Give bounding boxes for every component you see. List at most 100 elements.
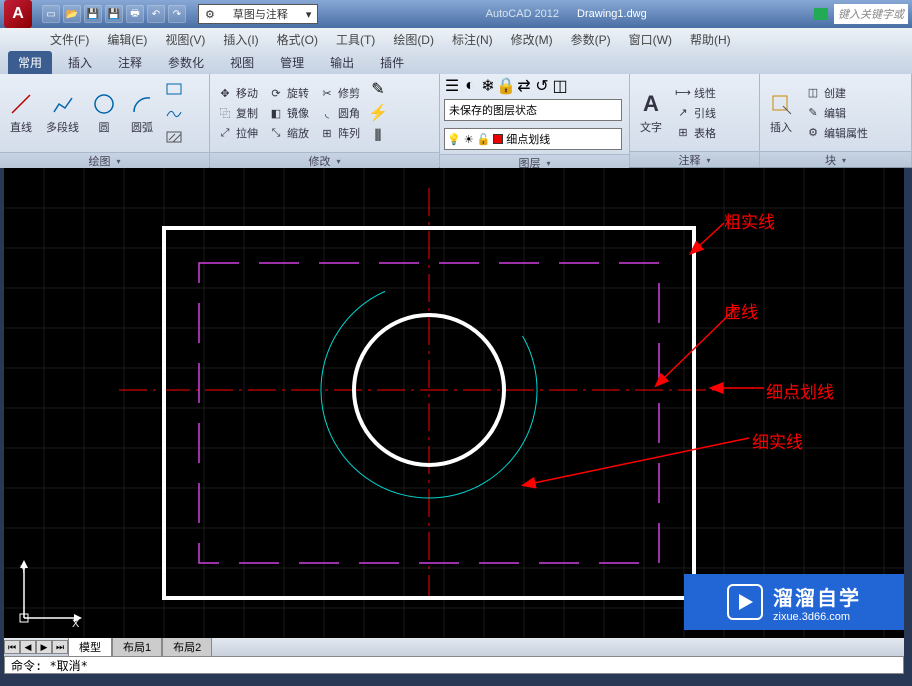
fillet-button[interactable]: ◟圆角 xyxy=(316,104,363,122)
tab-layout2[interactable]: 布局2 xyxy=(162,637,212,657)
watermark-url: zixue.3d66.com xyxy=(773,611,861,623)
layer-dropdown[interactable]: 💡 ☀ 🔓 细点划线 xyxy=(444,128,622,150)
ribbon-tabs: 常用 插入 注释 参数化 视图 管理 输出 插件 xyxy=(0,50,912,74)
rect-icon[interactable] xyxy=(163,78,185,100)
spline-icon[interactable] xyxy=(163,102,185,124)
layer-lock-icon[interactable]: 🔒 xyxy=(498,78,514,94)
panel-annotation: A文字 ⟼线性 ↗引线 ⊞表格 注释 xyxy=(630,74,760,167)
tab-next-icon[interactable]: ▶ xyxy=(36,640,52,654)
layer-match-icon[interactable]: ⇄ xyxy=(516,78,532,94)
trim-button[interactable]: ✂修剪 xyxy=(316,84,363,102)
scale-label: 缩放 xyxy=(287,125,309,141)
app-logo[interactable]: A xyxy=(4,0,32,28)
panel-modify: ✥移动 ⿻复制 ⤢拉伸 ⟳旋转 ◧镜像 ⤡缩放 ✂修剪 ◟圆角 ⊞阵列 ✎ ⚡ … xyxy=(210,74,440,167)
arc-button[interactable]: 圆弧 xyxy=(125,89,159,137)
erase-icon[interactable]: ✎ xyxy=(367,78,389,100)
document-name: Drawing1.dwg xyxy=(577,8,647,20)
search-input[interactable]: 键入关键字或 xyxy=(834,4,908,24)
menu-window[interactable]: 窗口(W) xyxy=(629,31,672,48)
tab-last-icon[interactable]: ⏭ xyxy=(52,640,68,654)
leader-button[interactable]: ↗引线 xyxy=(672,104,719,122)
leader-label: 引线 xyxy=(694,105,716,121)
saveas-icon[interactable]: 💾 xyxy=(105,5,123,23)
tab-home[interactable]: 常用 xyxy=(8,51,52,74)
stretch-button[interactable]: ⤢拉伸 xyxy=(214,124,261,142)
watermark-play-icon xyxy=(727,584,763,620)
create-block-button[interactable]: ◫创建 xyxy=(802,84,871,102)
layer-freeze-icon[interactable]: ❄ xyxy=(480,78,496,94)
quick-access-toolbar: ▭ 📂 💾 💾 🖶 ↶ ↷ xyxy=(42,5,186,23)
create-label: 创建 xyxy=(824,85,846,101)
circle-button[interactable]: 圆 xyxy=(87,89,121,137)
menu-help[interactable]: 帮助(H) xyxy=(690,31,731,48)
menu-modify[interactable]: 修改(M) xyxy=(511,31,553,48)
edit-attr-button[interactable]: ⚙编辑属性 xyxy=(802,124,871,142)
tab-view[interactable]: 视图 xyxy=(220,51,264,74)
move-label: 移动 xyxy=(236,85,258,101)
tab-first-icon[interactable]: ⏮ xyxy=(4,640,20,654)
print-icon[interactable]: 🖶 xyxy=(126,5,144,23)
linear-label: 线性 xyxy=(694,85,716,101)
layer-off-icon[interactable]: ◐ xyxy=(462,78,478,94)
scale-button[interactable]: ⤡缩放 xyxy=(265,124,312,142)
drawing-canvas[interactable]: 粗实线 虚线 细点划线 细实线 X Y xyxy=(4,168,904,638)
menu-draw[interactable]: 绘图(D) xyxy=(393,31,434,48)
table-button[interactable]: ⊞表格 xyxy=(672,124,719,142)
lock-icon: 🔓 xyxy=(477,133,491,146)
redo-icon[interactable]: ↷ xyxy=(168,5,186,23)
hatch-icon[interactable] xyxy=(163,126,185,148)
tab-model[interactable]: 模型 xyxy=(68,637,112,657)
text-button[interactable]: A文字 xyxy=(634,89,668,137)
move-button[interactable]: ✥移动 xyxy=(214,84,261,102)
layer-state-dropdown[interactable]: 未保存的图层状态 xyxy=(444,99,622,121)
array-button[interactable]: ⊞阵列 xyxy=(316,124,363,142)
mirror-button[interactable]: ◧镜像 xyxy=(265,104,312,122)
rotate-button[interactable]: ⟳旋转 xyxy=(265,84,312,102)
insert-block-button[interactable]: 插入 xyxy=(764,89,798,137)
annotation-thin-solid: 细实线 xyxy=(752,428,803,453)
layer-props-icon[interactable]: ☰ xyxy=(444,78,460,94)
array-label: 阵列 xyxy=(338,125,360,141)
menu-file[interactable]: 文件(F) xyxy=(50,31,89,48)
copy-button[interactable]: ⿻复制 xyxy=(214,104,261,122)
layer-iso-icon[interactable]: ◫ xyxy=(552,78,568,94)
offset-icon[interactable]: ⫴ xyxy=(367,126,389,148)
panel-draw-title: 绘图 xyxy=(88,153,110,169)
tab-layout1[interactable]: 布局1 xyxy=(112,637,162,657)
undo-icon[interactable]: ↶ xyxy=(147,5,165,23)
command-line[interactable]: 命令: *取消* xyxy=(4,656,904,674)
menu-view[interactable]: 视图(V) xyxy=(165,31,205,48)
line-button[interactable]: 直线 xyxy=(4,89,38,137)
tab-output[interactable]: 输出 xyxy=(320,51,364,74)
menu-tools[interactable]: 工具(T) xyxy=(336,31,375,48)
panel-draw: 直线 多段线 圆 圆弧 绘图 xyxy=(0,74,210,167)
rotate-label: 旋转 xyxy=(287,85,309,101)
menu-format[interactable]: 格式(O) xyxy=(277,31,318,48)
watermark-name: 溜溜自学 xyxy=(773,582,861,611)
edit-block-button[interactable]: ✎编辑 xyxy=(802,104,871,122)
tab-addins[interactable]: 插件 xyxy=(370,51,414,74)
play-icon[interactable] xyxy=(814,8,828,20)
title-bar: A ▭ 📂 💾 💾 🖶 ↶ ↷ ⚙ 草图与注释 ▾ AutoCAD 2012 D… xyxy=(0,0,912,28)
ribbon: 直线 多段线 圆 圆弧 绘图 ✥移动 ⿻复制 ⤢拉伸 ⟳旋转 ◧镜像 ⤡缩放 xyxy=(0,74,912,168)
dim-linear-button[interactable]: ⟼线性 xyxy=(672,84,719,102)
polyline-button[interactable]: 多段线 xyxy=(42,89,83,137)
tab-prev-icon[interactable]: ◀ xyxy=(20,640,36,654)
stretch-label: 拉伸 xyxy=(236,125,258,141)
menu-edit[interactable]: 编辑(E) xyxy=(107,31,147,48)
new-icon[interactable]: ▭ xyxy=(42,5,60,23)
text-label: 文字 xyxy=(640,119,662,135)
tab-parametric[interactable]: 参数化 xyxy=(158,51,214,74)
tab-manage[interactable]: 管理 xyxy=(270,51,314,74)
menu-param[interactable]: 参数(P) xyxy=(571,31,611,48)
tab-insert[interactable]: 插入 xyxy=(58,51,102,74)
explode-icon[interactable]: ⚡ xyxy=(367,102,389,124)
pline-label: 多段线 xyxy=(46,119,79,135)
tab-annotate[interactable]: 注释 xyxy=(108,51,152,74)
menu-insert[interactable]: 插入(I) xyxy=(223,31,258,48)
save-icon[interactable]: 💾 xyxy=(84,5,102,23)
menu-dim[interactable]: 标注(N) xyxy=(452,31,493,48)
workspace-dropdown[interactable]: ⚙ 草图与注释 ▾ xyxy=(198,4,318,24)
layer-prev-icon[interactable]: ↺ xyxy=(534,78,550,94)
open-icon[interactable]: 📂 xyxy=(63,5,81,23)
